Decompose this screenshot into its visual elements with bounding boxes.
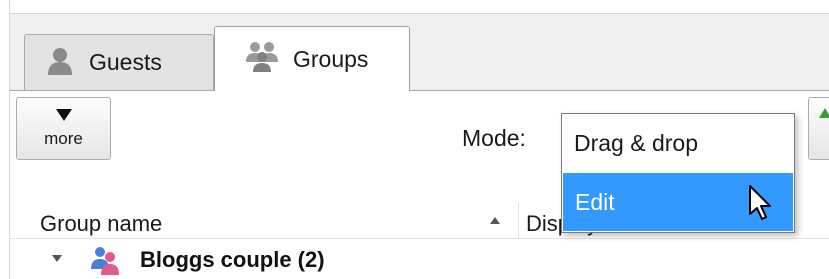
- app-window: Guests Groups more Mode: Drag & drop Edi…: [10, 14, 829, 279]
- tab-guests[interactable]: Guests: [24, 34, 214, 90]
- green-arrow-icon: [819, 108, 829, 118]
- mouse-cursor-icon: [748, 184, 774, 227]
- groups-panel: more Mode: Drag & drop Edit Group name D…: [10, 91, 829, 279]
- couple-icon: [86, 245, 126, 279]
- column-separator[interactable]: [518, 203, 519, 239]
- torn-edge-top: [0, 0, 829, 14]
- torn-edge-left: [0, 0, 10, 279]
- column-header-group-name[interactable]: Group name: [40, 211, 162, 237]
- tab-guests-label: Guests: [89, 49, 162, 75]
- tab-groups-label: Groups: [293, 45, 369, 72]
- sort-ascending-icon: [490, 217, 500, 224]
- add-button[interactable]: [808, 97, 829, 160]
- group-row-label: Bloggs couple (2): [140, 247, 325, 272]
- mode-option-drag-drop[interactable]: Drag & drop: [562, 114, 794, 172]
- triangle-down-icon: [55, 108, 72, 121]
- expand-chevron-icon[interactable]: [52, 255, 62, 262]
- tree-row[interactable]: Bloggs couple (2): [10, 241, 829, 279]
- tab-groups[interactable]: Groups: [214, 26, 410, 91]
- more-button-label: more: [44, 128, 83, 148]
- mode-label: Mode:: [462, 125, 526, 151]
- people-group-icon: [243, 40, 283, 78]
- more-button[interactable]: more: [16, 97, 111, 160]
- person-icon: [45, 45, 75, 81]
- app-screen: Guests Groups more Mode: Drag & drop Edi…: [0, 0, 829, 279]
